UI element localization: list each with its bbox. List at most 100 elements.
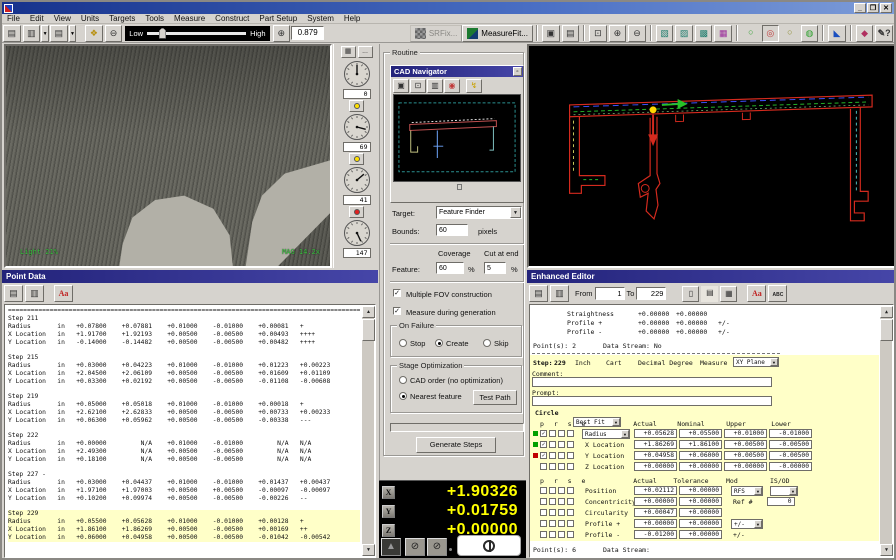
- e-checkbox[interactable]: [567, 441, 574, 448]
- nav-zoom-window-button[interactable]: ⊡: [410, 79, 426, 93]
- cad-order-radio[interactable]: [399, 376, 407, 384]
- multiple-fov-checkbox[interactable]: ✓: [393, 289, 401, 297]
- light-value[interactable]: 0: [343, 89, 371, 99]
- copy-view-button[interactable]: ▣: [542, 25, 560, 42]
- snapshot-button[interactable]: ▣: [393, 79, 409, 93]
- e-checkbox[interactable]: [567, 509, 574, 516]
- menu-part-setup[interactable]: Part Setup: [254, 14, 302, 23]
- scroll-thumb[interactable]: [362, 319, 375, 341]
- scroll-up-button[interactable]: ▲: [880, 306, 893, 318]
- nominal-value[interactable]: +0.00000: [679, 462, 722, 471]
- upper-tol-value[interactable]: +0.00500: [724, 451, 767, 460]
- p-checkbox[interactable]: [540, 463, 547, 470]
- circle-tool-button[interactable]: ○: [742, 25, 760, 42]
- s-checkbox[interactable]: [558, 498, 565, 505]
- view-standard-button[interactable]: ▤: [701, 286, 718, 302]
- go-stop-button[interactable]: [457, 535, 521, 556]
- r-checkbox[interactable]: [549, 531, 556, 538]
- pd-print-button[interactable]: ▤: [4, 285, 23, 302]
- menu-measure[interactable]: Measure: [169, 14, 210, 23]
- arc-tool-button[interactable]: ○: [781, 25, 799, 42]
- report-dropdown[interactable]: ▼: [69, 25, 77, 42]
- s-checkbox[interactable]: [558, 452, 565, 459]
- skip-radio[interactable]: [483, 339, 491, 347]
- live-track-button[interactable]: ↯: [466, 79, 482, 93]
- point-data-step[interactable]: Step 215 Radius in +0.03000 +0.04223 +0.…: [8, 354, 360, 386]
- more-options-button[interactable]: ...: [358, 46, 373, 58]
- s-checkbox[interactable]: [558, 487, 565, 494]
- e-checkbox[interactable]: [567, 520, 574, 527]
- stage-view-button[interactable]: ▲: [381, 538, 401, 556]
- tolerance-value[interactable]: +0.00000: [679, 497, 722, 506]
- zoom-out-button[interactable]: ⊖: [628, 25, 646, 42]
- measure-magic-button[interactable]: ◣: [828, 25, 846, 42]
- z-axis-key[interactable]: Z: [382, 524, 395, 537]
- actual-value[interactable]: +0.00000: [634, 462, 677, 471]
- cad-navigator-thumbnail[interactable]: [393, 94, 521, 182]
- actual-value[interactable]: -0.01200: [634, 530, 677, 539]
- s-checkbox[interactable]: [558, 463, 565, 470]
- paste-view-button[interactable]: ▤: [562, 25, 580, 42]
- help-button[interactable]: ✎?: [875, 25, 893, 42]
- nominal-value[interactable]: +1.86100: [679, 440, 722, 449]
- ed-print-button[interactable]: ▤: [529, 285, 548, 302]
- s-checkbox[interactable]: [558, 520, 565, 527]
- view-detailed-button[interactable]: ▦: [720, 286, 737, 302]
- ref-input[interactable]: 0: [767, 497, 795, 506]
- zoom-in-light-button[interactable]: ⊕: [273, 25, 291, 42]
- settings-button[interactable]: ❖: [85, 25, 103, 42]
- s-checkbox[interactable]: [558, 441, 565, 448]
- ed-font-button[interactable]: Aa: [747, 285, 766, 302]
- light-intensity-slider[interactable]: Low High: [125, 26, 269, 41]
- tolerance-value[interactable]: +0.00000: [679, 486, 722, 495]
- chevron-down-icon[interactable]: ▼: [510, 207, 521, 218]
- report-button[interactable]: ▤: [50, 25, 68, 42]
- scroll-down-button[interactable]: ▼: [362, 544, 375, 556]
- generate-steps-button[interactable]: Generate Steps: [416, 437, 496, 453]
- s-checkbox[interactable]: [558, 430, 565, 437]
- zoom-in-button[interactable]: ⊕: [609, 25, 627, 42]
- nominal-value[interactable]: +0.06000: [679, 451, 722, 460]
- actual-value[interactable]: +0.04958: [634, 451, 677, 460]
- lamp-button[interactable]: [349, 206, 364, 218]
- e-checkbox[interactable]: [567, 430, 574, 437]
- export-button[interactable]: ▥: [23, 25, 41, 42]
- chevron-down-icon[interactable]: ▼: [770, 358, 778, 366]
- ed-export-button[interactable]: ▥: [550, 285, 569, 302]
- actual-value[interactable]: +0.02112: [634, 486, 677, 495]
- r-checkbox[interactable]: [549, 487, 556, 494]
- pd-font-button[interactable]: Aa: [54, 285, 73, 302]
- lamp-button[interactable]: [349, 153, 364, 165]
- print-button[interactable]: ▤: [3, 25, 21, 42]
- p-checkbox[interactable]: [540, 498, 547, 505]
- stop-radio[interactable]: [399, 339, 407, 347]
- point-data-scrollbar[interactable]: ▲ ▼: [361, 306, 374, 556]
- light-dial[interactable]: [343, 113, 371, 141]
- lower-tol-value[interactable]: -0.01000: [769, 429, 812, 438]
- lower-tol-value[interactable]: -0.00500: [769, 451, 812, 460]
- point-data-step[interactable]: Step 211 Radius in +0.07800 +0.07881 +0.…: [8, 315, 360, 347]
- p-checkbox[interactable]: ✓: [540, 452, 547, 459]
- editor-body[interactable]: Straightness +0.00000 +0.00000 Profile +…: [529, 304, 894, 558]
- target-select[interactable]: Feature Finder▼: [436, 206, 522, 219]
- comment-input[interactable]: [532, 377, 772, 387]
- srfix-button[interactable]: SRFix...: [410, 25, 462, 42]
- menu-edit[interactable]: Edit: [25, 14, 49, 23]
- light-dial[interactable]: [343, 60, 371, 88]
- s-checkbox[interactable]: [558, 531, 565, 538]
- upper-tol-value[interactable]: +0.00500: [724, 440, 767, 449]
- p-checkbox[interactable]: [540, 509, 547, 516]
- zero-z-button[interactable]: ⊘: [427, 538, 447, 556]
- scroll-up-button[interactable]: ▲: [362, 306, 375, 318]
- point-data-step[interactable]: Step 229 Radius in +0.05500 +0.05628 +0.…: [8, 510, 360, 542]
- s-checkbox[interactable]: [558, 509, 565, 516]
- tolerance-value[interactable]: +0.00000: [679, 519, 722, 528]
- x-axis-key[interactable]: X: [382, 486, 395, 499]
- target-view-button[interactable]: ◉: [444, 79, 460, 93]
- enhanced-editor-titlebar[interactable]: Enhanced Editor: [527, 270, 896, 283]
- scroll-down-button[interactable]: ▼: [880, 544, 893, 556]
- p-checkbox[interactable]: ✓: [540, 430, 547, 437]
- export-dropdown[interactable]: ▼: [41, 25, 49, 42]
- slider-tick[interactable]: [457, 184, 462, 190]
- maximize-button[interactable]: ❐: [867, 3, 879, 13]
